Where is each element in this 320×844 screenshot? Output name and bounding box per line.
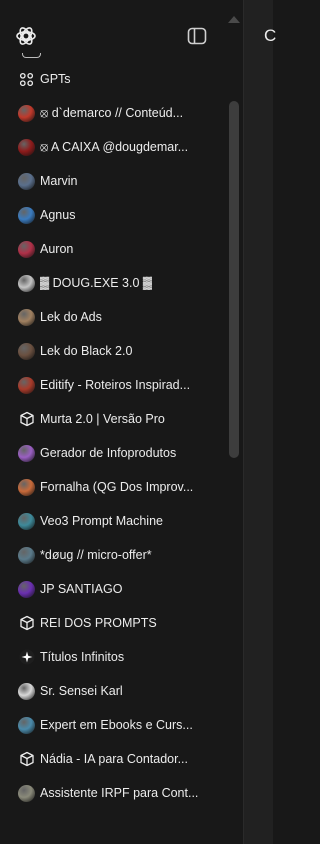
avatar-dougexe-icon xyxy=(18,274,35,292)
avatar-sensei-icon xyxy=(18,682,35,700)
sidebar-item-7[interactable]: Lek do Ads xyxy=(0,300,228,334)
sidebar-item-6[interactable]: ▓ DOUG.EXE 3.0 ▓ xyxy=(0,266,228,300)
sidebar-item-label: ▓ DOUG.EXE 3.0 ▓ xyxy=(40,276,153,290)
sidebar-item-label: Sr. Sensei Karl xyxy=(40,684,123,698)
sidebar: GPTs ⦻ d`demarco // Conteúd... ⦻ A CAIXA @… xyxy=(0,0,243,844)
sidebar-toggle-icon[interactable] xyxy=(187,27,207,45)
avatar-agnus-icon xyxy=(18,206,35,224)
cube-icon xyxy=(18,615,35,632)
avatar-irpf-icon xyxy=(18,784,35,802)
avatar-doug-micro-icon xyxy=(18,546,35,564)
sidebar-item-14[interactable]: *døug // micro-offer* xyxy=(0,538,228,572)
sidebar-item-label: Lek do Black 2.0 xyxy=(40,344,133,358)
avatar-jp-icon xyxy=(18,580,35,598)
cube-icon xyxy=(18,411,35,428)
sidebar-item-19[interactable]: Expert em Ebooks e Curs... xyxy=(0,708,228,742)
sidebar-item-2[interactable]: ⦻ A CAIXA @dougdemar... xyxy=(0,130,228,164)
avatar-ddemarco-icon xyxy=(18,104,35,122)
sidebar-item-21[interactable]: Assistente IRPF para Cont... xyxy=(0,776,228,810)
main-partial-text: C xyxy=(264,26,277,45)
sidebar-item-label: ⦻ d`demarco // Conteúd... xyxy=(40,105,184,120)
sidebar-item-0[interactable]: GPTs xyxy=(0,62,228,96)
sidebar-item-label: Agnus xyxy=(40,208,76,222)
sidebar-item-label: Editify - Roteiros Inspirad... xyxy=(40,378,191,392)
sidebar-item-label: Títulos Infinitos xyxy=(40,650,125,664)
avatar-veo3-icon xyxy=(18,512,35,530)
avatar-lekads-icon xyxy=(18,308,35,326)
sidebar-item-label: ⦻ A CAIXA @dougdemar... xyxy=(40,139,189,154)
sidebar-item-11[interactable]: Gerador de Infoprodutos xyxy=(0,436,228,470)
avatar-gerador-icon xyxy=(18,444,35,462)
sidebar-item-13[interactable]: Veo3 Prompt Machine xyxy=(0,504,228,538)
main-panel-edge: C xyxy=(243,0,277,844)
list-item-partial xyxy=(0,48,228,62)
sidebar-item-label: REI DOS PROMPTS xyxy=(40,616,157,630)
avatar-editify-icon xyxy=(18,376,35,394)
sidebar-scrollbar[interactable] xyxy=(229,101,239,458)
sidebar-item-9[interactable]: Editify - Roteiros Inspirad... xyxy=(0,368,228,402)
sidebar-item-label: Lek do Ads xyxy=(40,310,102,324)
sidebar-item-label: Fornalha (QG Dos Improv... xyxy=(40,480,194,494)
sidebar-item-label: Veo3 Prompt Machine xyxy=(40,514,163,528)
sidebar-item-label: GPTs xyxy=(40,72,71,86)
sidebar-item-3[interactable]: Marvin xyxy=(0,164,228,198)
sidebar-item-label: Gerador de Infoprodutos xyxy=(40,446,177,460)
sidebar-item-label: *døug // micro-offer* xyxy=(40,548,152,562)
gpt-list: GPTs ⦻ d`demarco // Conteúd... ⦻ A CAIXA @… xyxy=(0,48,228,810)
sidebar-item-label: Nádia - IA para Contador... xyxy=(40,752,189,766)
sidebar-item-20[interactable]: Nádia - IA para Contador... xyxy=(0,742,228,776)
openai-logo-icon[interactable] xyxy=(14,24,38,48)
avatar-auron-icon xyxy=(18,240,35,258)
partial-icon xyxy=(22,52,41,58)
sidebar-item-15[interactable]: JP SANTIAGO xyxy=(0,572,228,606)
sidebar-item-4[interactable]: Agnus xyxy=(0,198,228,232)
sidebar-item-label: Expert em Ebooks e Curs... xyxy=(40,718,193,732)
scroll-up-arrow[interactable] xyxy=(228,16,240,23)
sidebar-item-12[interactable]: Fornalha (QG Dos Improv... xyxy=(0,470,228,504)
sparkle-icon xyxy=(18,649,35,666)
sidebar-item-18[interactable]: Sr. Sensei Karl xyxy=(0,674,228,708)
sidebar-item-8[interactable]: Lek do Black 2.0 xyxy=(0,334,228,368)
avatar-expert-icon xyxy=(18,716,35,734)
sidebar-item-16[interactable]: REI DOS PROMPTS xyxy=(0,606,228,640)
sidebar-item-label: Marvin xyxy=(40,174,78,188)
sidebar-item-5[interactable]: Auron xyxy=(0,232,228,266)
avatar-lekblack-icon xyxy=(18,342,35,360)
avatar-acaixa-icon xyxy=(18,138,35,156)
sidebar-item-17[interactable]: Títulos Infinitos xyxy=(0,640,228,674)
cube-icon xyxy=(18,751,35,768)
avatar-marvin-icon xyxy=(18,172,35,190)
sidebar-item-label: JP SANTIAGO xyxy=(40,582,123,596)
avatar-fornalha-icon xyxy=(18,478,35,496)
sidebar-item-10[interactable]: Murta 2.0 | Versão Pro xyxy=(0,402,228,436)
sidebar-item-1[interactable]: ⦻ d`demarco // Conteúd... xyxy=(0,96,228,130)
sidebar-item-label: Murta 2.0 | Versão Pro xyxy=(40,412,165,426)
sidebar-item-label: Assistente IRPF para Cont... xyxy=(40,786,199,800)
grid-icon xyxy=(18,71,35,88)
sidebar-item-label: Auron xyxy=(40,242,74,256)
